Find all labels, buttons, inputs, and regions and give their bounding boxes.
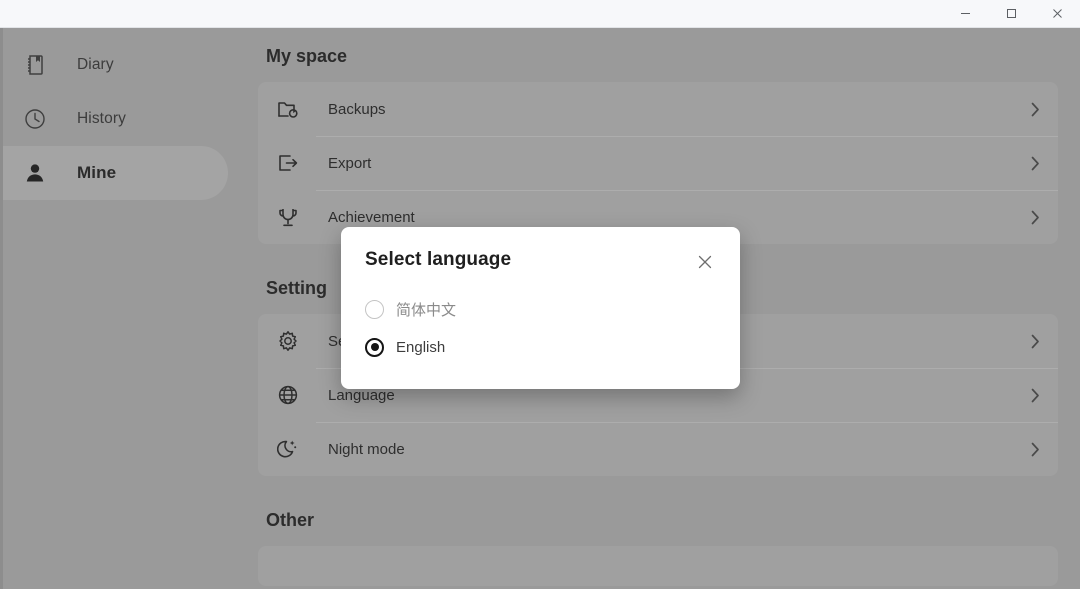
card-my-space: Backups Export Achievement [258,82,1058,244]
dialog-close-button[interactable] [694,251,716,273]
section-title-other: Other [266,510,315,530]
row-label: Language [328,386,395,404]
sidebar-item-label: Mine [77,163,117,182]
row-export[interactable]: Export [258,136,1058,190]
clock-icon [18,102,52,136]
gear-icon [274,327,302,355]
chevron-right-icon[interactable] [1031,210,1040,225]
chevron-right-icon[interactable] [1031,442,1040,457]
globe-icon [274,381,302,409]
section-title-my-space: My space [266,46,348,66]
chevron-right-icon[interactable] [1031,156,1040,171]
close-icon [698,255,712,269]
minimize-button[interactable] [942,0,988,27]
sidebar-item-history[interactable]: History [3,92,228,146]
sidebar-item-mine[interactable]: Mine [3,146,228,200]
notebook-icon [18,48,52,82]
radio-option-label: 简体中文 [396,301,457,319]
maximize-button[interactable] [988,0,1034,27]
sidebar-item-label: History [77,110,126,127]
row-label: Backups [328,100,386,118]
app-window: Diary History Mine My space Backups Expo… [0,0,1080,589]
radio-option-english[interactable]: English [365,331,716,363]
radio-option-chinese[interactable]: 简体中文 [365,293,716,325]
sidebar: Diary History Mine [0,28,236,589]
row-label: Achievement [328,208,415,226]
sidebar-item-diary[interactable]: Diary [3,38,228,92]
dialog-title: Select language [365,249,512,270]
maximize-icon [1006,9,1016,18]
moon-stars-icon [274,435,302,463]
titlebar [0,0,1080,28]
minimize-icon [960,13,970,14]
row-backups[interactable]: Backups [258,82,1058,136]
close-icon [1052,9,1062,18]
person-icon [18,156,52,190]
dialog-header: Select language [365,249,716,273]
language-radio-group: 简体中文 English [365,293,716,363]
radio-option-label: English [396,338,446,356]
row-label: Export [328,154,372,172]
row-night-mode[interactable]: Night mode [258,422,1058,476]
radio-icon [365,299,384,319]
export-icon [274,149,302,177]
trophy-icon [274,203,302,231]
folder-sync-icon [274,95,302,123]
radio-icon-selected [365,337,384,357]
row-label: Night mode [328,440,405,458]
select-language-dialog: Select language 简体中文 English [341,227,740,389]
card-other [258,546,1058,586]
close-button[interactable] [1034,0,1080,27]
chevron-right-icon[interactable] [1031,102,1040,117]
chevron-right-icon[interactable] [1031,388,1040,403]
chevron-right-icon[interactable] [1031,334,1040,349]
sidebar-item-label: Diary [77,56,114,73]
